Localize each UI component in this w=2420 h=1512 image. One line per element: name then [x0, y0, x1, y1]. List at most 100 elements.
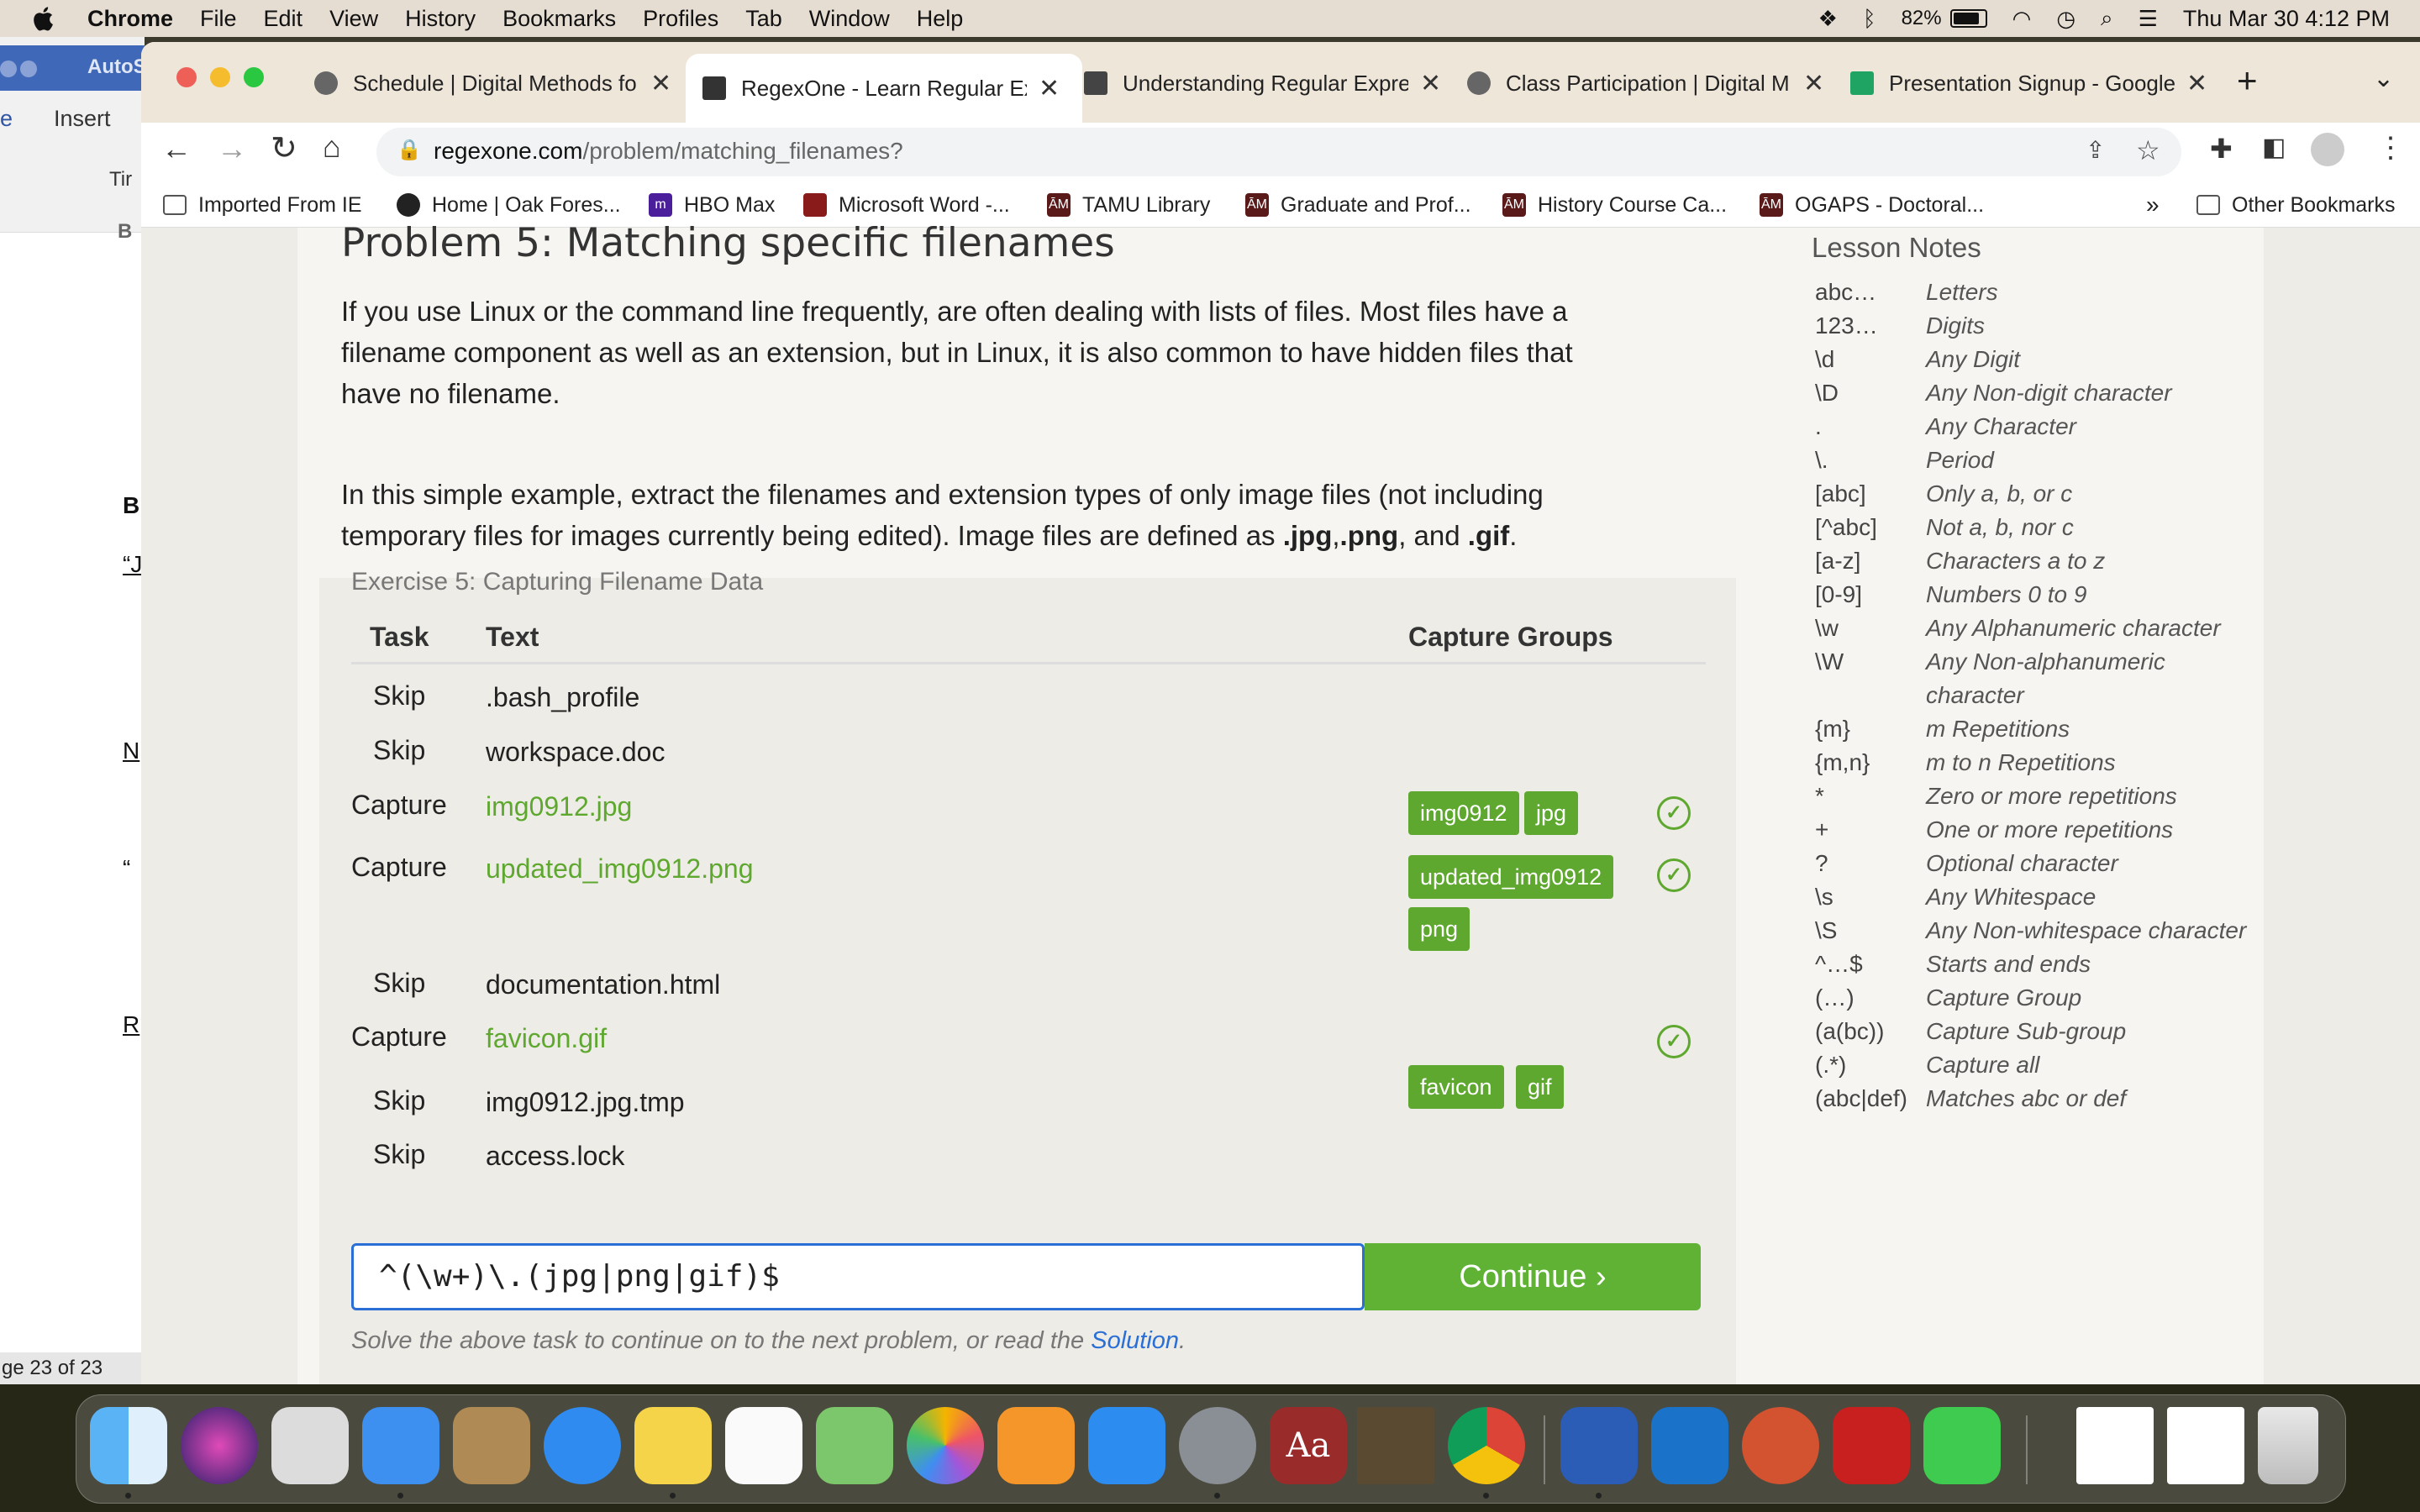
- menu-edit[interactable]: Edit: [264, 6, 303, 32]
- note-desc: Starts and ends: [1926, 951, 2091, 977]
- new-tab-icon[interactable]: +: [2237, 60, 2258, 101]
- bookmark-label: Imported From IE: [198, 192, 362, 217]
- reminders-icon[interactable]: [725, 1407, 802, 1484]
- finder-icon[interactable]: [90, 1407, 167, 1484]
- tab-regexone[interactable]: RegexOne - Learn Regular Ex ✕: [686, 54, 1082, 123]
- bookmarks-overflow-chevron[interactable]: »: [2146, 183, 2160, 227]
- profile-avatar[interactable]: [2311, 133, 2344, 166]
- address-bar[interactable]: 🔒 regexone.com/problem/matching_filename…: [376, 128, 2181, 176]
- home-icon[interactable]: ⌂: [323, 129, 341, 165]
- close-tab-icon[interactable]: ✕: [1039, 74, 1060, 103]
- word-icon[interactable]: [1560, 1407, 1638, 1484]
- close-tab-icon[interactable]: ✕: [1803, 69, 1824, 98]
- menu-bookmarks[interactable]: Bookmarks: [502, 6, 616, 32]
- paragraph-line: In this simple example, extract the file…: [341, 479, 1544, 510]
- note-desc: Any Non-digit character: [1926, 380, 2172, 406]
- maps-icon[interactable]: [816, 1407, 893, 1484]
- menu-file[interactable]: File: [200, 6, 237, 32]
- menu-window[interactable]: Window: [809, 6, 890, 32]
- tab-class-participation[interactable]: Class Participation | Digital M ✕: [1467, 57, 1824, 109]
- chrome-menu-icon[interactable]: ⋮: [2376, 131, 2405, 165]
- running-indicator: [1596, 1493, 1602, 1499]
- system-preferences-icon[interactable]: [1179, 1407, 1256, 1484]
- messages-icon[interactable]: [1923, 1407, 2001, 1484]
- menu-view[interactable]: View: [329, 6, 378, 32]
- dropbox-icon[interactable]: ❖: [1818, 6, 1838, 32]
- forward-icon[interactable]: →: [217, 131, 247, 166]
- control-center-icon[interactable]: ☰: [2139, 6, 2158, 32]
- apple-icon[interactable]: [32, 4, 57, 33]
- time-machine-icon[interactable]: ◷: [2056, 6, 2075, 32]
- minimize-window-button[interactable]: [210, 67, 230, 87]
- word-tab-insert[interactable]: Insert: [54, 106, 111, 132]
- note-desc: Not a, b, nor c: [1926, 514, 2074, 540]
- close-window-button[interactable]: [176, 67, 197, 87]
- continue-button[interactable]: Continue ›: [1365, 1243, 1701, 1310]
- globe-icon: [314, 71, 338, 95]
- close-tab-icon[interactable]: ✕: [1420, 69, 1441, 98]
- tab-understanding-regex[interactable]: Understanding Regular Expre ✕: [1084, 57, 1441, 109]
- note-desc: Only a, b, or c: [1926, 480, 2073, 507]
- spotlight-search-icon[interactable]: ⌕: [2101, 5, 2113, 32]
- reload-icon[interactable]: ↻: [271, 129, 297, 167]
- close-tab-icon[interactable]: ✕: [650, 69, 671, 98]
- menu-history[interactable]: History: [405, 6, 476, 32]
- trash-icon[interactable]: [2258, 1407, 2318, 1484]
- powerpoint-icon[interactable]: [1742, 1407, 1819, 1484]
- mail-icon[interactable]: [362, 1407, 439, 1484]
- siri-icon[interactable]: [181, 1407, 258, 1484]
- dictionary-icon[interactable]: Aa: [1270, 1407, 1347, 1484]
- bookmark-history-course[interactable]: ĀM History Course Ca...: [1502, 183, 1727, 227]
- photos-icon[interactable]: [907, 1407, 984, 1484]
- solution-link[interactable]: Solution: [1091, 1327, 1179, 1354]
- menu-bar: Chrome File Edit View History Bookmarks …: [0, 0, 2420, 37]
- close-tab-icon[interactable]: ✕: [2186, 69, 2207, 98]
- check-icon: ✓: [1657, 858, 1691, 892]
- bluetooth-icon[interactable]: ᛒ: [1863, 6, 1876, 32]
- books-icon[interactable]: [997, 1407, 1075, 1484]
- tab-presentation-signup[interactable]: Presentation Signup - Google ✕: [1850, 57, 2207, 109]
- running-indicator: [1214, 1493, 1220, 1499]
- zoom-window-button[interactable]: [244, 67, 264, 87]
- bookmark-star-icon[interactable]: ☆: [2136, 134, 2160, 166]
- bookmark-imported-from-ie[interactable]: Imported From IE: [163, 183, 362, 227]
- menu-profiles[interactable]: Profiles: [643, 6, 718, 32]
- wifi-icon[interactable]: ◠: [2012, 6, 2032, 32]
- chrome-icon[interactable]: [1448, 1407, 1525, 1484]
- menu-help[interactable]: Help: [917, 6, 964, 32]
- capture-group-tag: favicon: [1408, 1065, 1504, 1109]
- word-bold-button[interactable]: B: [118, 220, 132, 244]
- document-thumbnail-2[interactable]: [2167, 1407, 2244, 1484]
- tab-schedule[interactable]: Schedule | Digital Methods fo ✕: [314, 57, 671, 109]
- document-thumbnail-1[interactable]: [2076, 1407, 2154, 1484]
- note-key: {m}: [1815, 716, 1851, 742]
- share-icon[interactable]: ⇪: [2086, 136, 2105, 164]
- notes-icon[interactable]: [634, 1407, 712, 1484]
- lock-icon[interactable]: 🔒: [397, 138, 422, 162]
- launchpad-icon[interactable]: [271, 1407, 349, 1484]
- menu-tab[interactable]: Tab: [745, 6, 782, 32]
- bookmark-graduate-and-prof[interactable]: ĀM Graduate and Prof...: [1245, 183, 1471, 227]
- note-desc: m Repetitions: [1926, 716, 2070, 742]
- bookmark-other-bookmarks[interactable]: Other Bookmarks: [2196, 183, 2396, 227]
- contacts-icon[interactable]: [453, 1407, 530, 1484]
- word-tab-home[interactable]: e: [0, 106, 13, 132]
- back-icon[interactable]: ←: [161, 131, 192, 166]
- app-store-icon[interactable]: [1088, 1407, 1165, 1484]
- bookmark-ogaps-doctoral[interactable]: ĀM OGAPS - Doctoral...: [1760, 183, 1984, 227]
- word-font-box[interactable]: Tir: [109, 168, 132, 192]
- outlook-icon[interactable]: [1651, 1407, 1728, 1484]
- running-indicator: [125, 1493, 131, 1499]
- folder-icon: [163, 195, 187, 215]
- menu-datetime[interactable]: Thu Mar 30 4:12 PM: [2183, 6, 2390, 32]
- side-panel-icon[interactable]: ◧: [2262, 133, 2286, 162]
- tab-search-chevron-icon[interactable]: ⌄: [2373, 64, 2394, 93]
- extensions-puzzle-icon[interactable]: ✚: [2210, 133, 2233, 165]
- regex-input[interactable]: ^(\w+)\.(jpg|png|gif)$: [351, 1243, 1365, 1310]
- battery-icon[interactable]: [1949, 9, 1987, 28]
- medieval-ii-icon[interactable]: [1357, 1407, 1434, 1484]
- safari-icon[interactable]: [544, 1407, 621, 1484]
- acrobat-icon[interactable]: [1833, 1407, 1910, 1484]
- row-task: Capture: [351, 852, 447, 882]
- menu-app-name[interactable]: Chrome: [87, 6, 173, 32]
